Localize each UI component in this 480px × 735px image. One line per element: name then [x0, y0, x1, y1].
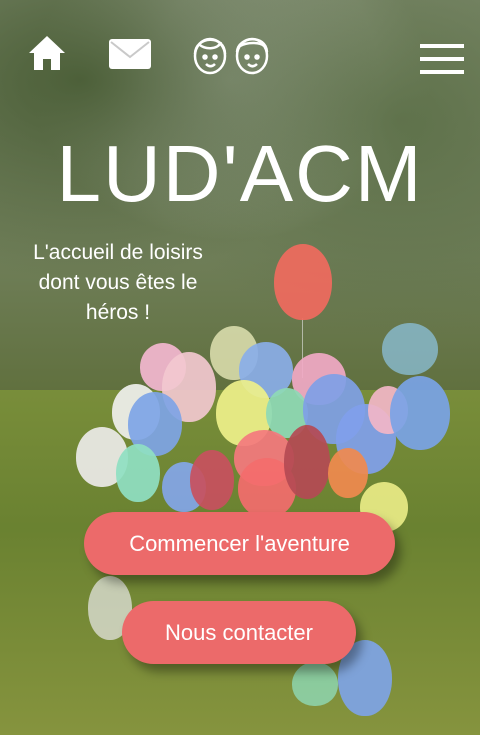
page-title: LUD'ACM	[56, 129, 424, 218]
menu-icon[interactable]	[420, 43, 464, 75]
balloon	[116, 444, 160, 502]
mail-icon[interactable]	[108, 38, 152, 70]
balloon	[284, 425, 330, 499]
balloon	[382, 323, 438, 375]
home-icon[interactable]	[27, 34, 67, 72]
contact-button[interactable]: Nous contacter	[122, 601, 356, 664]
kids-icon[interactable]	[190, 30, 274, 78]
balloon	[328, 448, 368, 498]
tagline: L'accueil de loisirs dont vous êtes le h…	[33, 241, 203, 324]
balloon	[190, 450, 234, 510]
start-adventure-button[interactable]: Commencer l'aventure	[84, 512, 395, 575]
balloon	[292, 662, 338, 706]
top-navigation	[0, 0, 480, 100]
balloon	[390, 376, 450, 450]
balloon	[274, 244, 332, 320]
